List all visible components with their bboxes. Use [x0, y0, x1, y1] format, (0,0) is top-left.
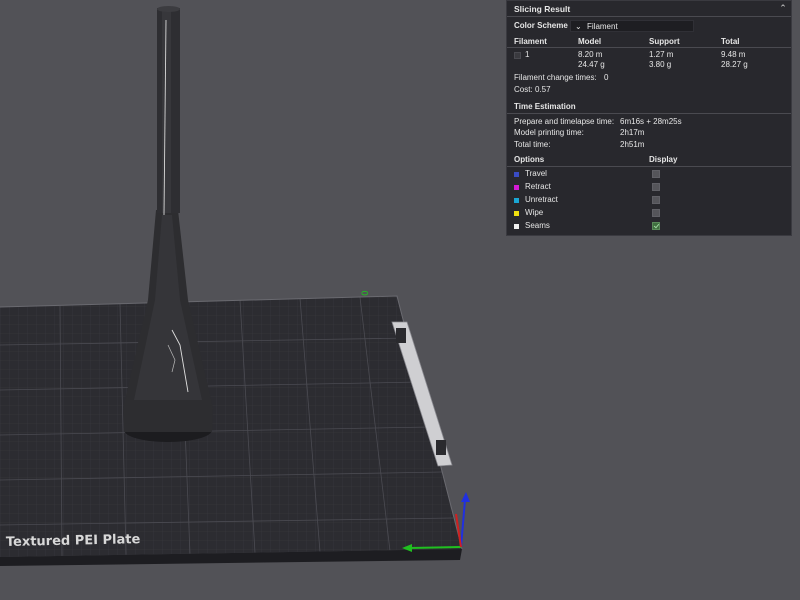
- options-header: Options: [514, 155, 545, 164]
- cost-value: 0.57: [535, 85, 551, 94]
- time-estimation-title: Time Estimation: [514, 102, 576, 111]
- color-scheme-label: Color Scheme: [514, 21, 568, 30]
- filament-change-value: 0: [604, 73, 609, 82]
- display-header: Display: [649, 155, 678, 164]
- panel-title: Slicing Result: [514, 4, 571, 14]
- option-label-unretract: Unretract: [525, 195, 558, 204]
- time-label-total: Total time:: [514, 140, 551, 149]
- unretract-checkbox[interactable]: [652, 196, 660, 204]
- option-label-wipe: Wipe: [525, 208, 544, 217]
- filament-id: 1: [525, 50, 530, 59]
- time-label-prepare: Prepare and timelapse time:: [514, 117, 615, 126]
- option-label-seams: Seams: [525, 221, 550, 230]
- unretract-color-swatch: [514, 198, 519, 203]
- collapse-icon[interactable]: ⌃: [778, 3, 788, 13]
- time-value-prepare: 6m16s + 28m25s: [620, 117, 682, 126]
- total-length: 9.48 m: [721, 50, 746, 59]
- time-value-total: 2h51m: [620, 140, 645, 149]
- retract-color-swatch: [514, 185, 519, 190]
- cost-label: Cost:: [514, 85, 533, 94]
- travel-color-swatch: [514, 172, 519, 177]
- seams-checkbox[interactable]: [652, 222, 660, 230]
- header-total: Total: [721, 37, 740, 46]
- option-label-retract: Retract: [525, 182, 551, 191]
- slicing-result-panel: Slicing Result ⌃ Color Scheme ⌄ Filament…: [506, 0, 792, 236]
- time-label-model: Model printing time:: [514, 128, 584, 137]
- support-weight: 3.80 g: [649, 60, 672, 69]
- header-filament: Filament: [514, 37, 547, 46]
- model-weight: 24.47 g: [578, 60, 605, 69]
- time-value-model: 2h17m: [620, 128, 645, 137]
- seams-color-swatch: [514, 224, 519, 229]
- support-length: 1.27 m: [649, 50, 674, 59]
- header-support: Support: [649, 37, 680, 46]
- plate-corner-label: 0: [361, 290, 371, 296]
- header-model: Model: [578, 37, 602, 46]
- filament-color-swatch: [514, 52, 521, 59]
- plate-label: Textured PEI Plate: [6, 532, 141, 550]
- model-length: 8.20 m: [578, 50, 603, 59]
- option-label-travel: Travel: [525, 169, 547, 178]
- wipe-checkbox[interactable]: [652, 209, 660, 217]
- travel-checkbox[interactable]: [652, 170, 660, 178]
- chevron-down-icon: ⌄: [575, 22, 582, 31]
- build-plate: [0, 295, 463, 566]
- retract-checkbox[interactable]: [652, 183, 660, 191]
- wipe-color-swatch: [514, 211, 519, 216]
- total-weight: 28.27 g: [721, 60, 748, 69]
- filament-change-label: Filament change times:: [514, 73, 597, 82]
- color-scheme-dropdown[interactable]: ⌄ Filament: [570, 20, 694, 32]
- color-scheme-value: Filament: [587, 22, 618, 31]
